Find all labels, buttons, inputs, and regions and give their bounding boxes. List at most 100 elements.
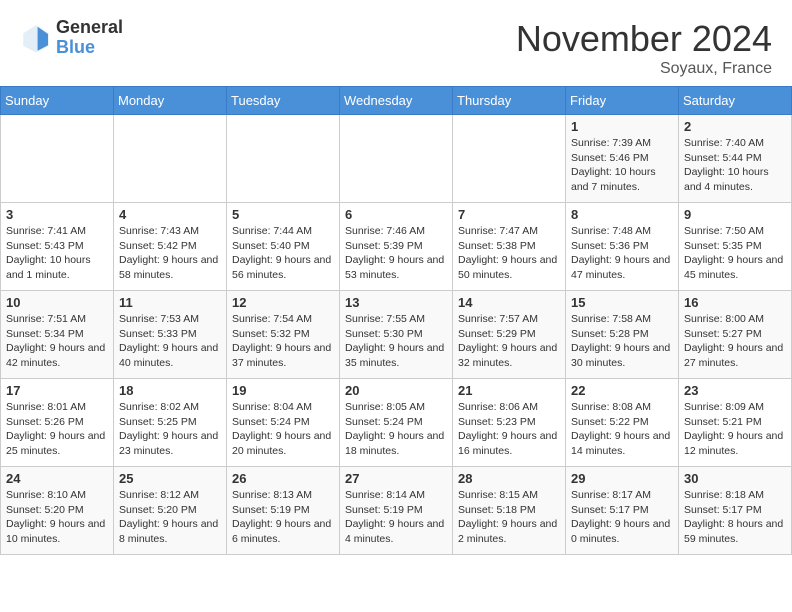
cell-info: Sunrise: 8:01 AM Sunset: 5:26 PM Dayligh…: [6, 400, 108, 459]
cell-day-number: 27: [345, 471, 447, 486]
cell-day-number: 6: [345, 207, 447, 222]
calendar-cell: 14 Sunrise: 7:57 AM Sunset: 5:29 PM Dayli…: [453, 291, 566, 379]
cell-day-number: 14: [458, 295, 560, 310]
cell-info: Sunrise: 8:15 AM Sunset: 5:18 PM Dayligh…: [458, 488, 560, 547]
calendar-cell: 26Sunrise: 8:13 AM Sunset: 5:19 PM Dayli…: [227, 467, 340, 555]
cell-day-number: 8: [571, 207, 673, 222]
calendar-cell: 13 Sunrise: 7:55 AM Sunset: 5:30 PM Dayli…: [340, 291, 453, 379]
logo: General Blue: [20, 18, 123, 58]
cell-day-number: 29: [571, 471, 673, 486]
cell-day-number: 2: [684, 119, 786, 134]
day-of-week-header: Tuesday: [227, 87, 340, 115]
calendar-cell: 22Sunrise: 8:08 AM Sunset: 5:22 PM Dayli…: [566, 379, 679, 467]
cell-info: Sunrise: 7:55 AM Sunset: 5:30 PM Dayligh…: [345, 312, 447, 371]
cell-info: Sunrise: 8:02 AM Sunset: 5:25 PM Dayligh…: [119, 400, 221, 459]
cell-info: Sunrise: 8:12 AM Sunset: 5:20 PM Dayligh…: [119, 488, 221, 547]
cell-info: Sunrise: 7:39 AM Sunset: 5:46 PM Dayligh…: [571, 136, 673, 195]
calendar-cell: 15Sunrise: 7:58 AM Sunset: 5:28 PM Dayli…: [566, 291, 679, 379]
cell-info: Sunrise: 8:17 AM Sunset: 5:17 PM Dayligh…: [571, 488, 673, 547]
logo-icon: [20, 22, 52, 54]
calendar-cell: 27 Sunrise: 8:14 AM Sunset: 5:19 PM Dayli…: [340, 467, 453, 555]
cell-day-number: 18: [119, 383, 221, 398]
cell-day-number: 12: [232, 295, 334, 310]
cell-info: Sunrise: 7:41 AM Sunset: 5:43 PM Dayligh…: [6, 224, 108, 283]
calendar-cell: 23Sunrise: 8:09 AM Sunset: 5:21 PM Dayli…: [679, 379, 792, 467]
logo-general-text: General: [56, 18, 123, 38]
calendar-header-row: SundayMondayTuesdayWednesdayThursdayFrid…: [1, 87, 792, 115]
calendar-cell: 2 Sunrise: 7:40 AM Sunset: 5:44 PM Daylig…: [679, 115, 792, 203]
calendar-cell: 7Sunrise: 7:47 AM Sunset: 5:38 PM Daylig…: [453, 203, 566, 291]
cell-day-number: 3: [6, 207, 108, 222]
cell-info: Sunrise: 7:46 AM Sunset: 5:39 PM Dayligh…: [345, 224, 447, 283]
cell-info: Sunrise: 7:48 AM Sunset: 5:36 PM Dayligh…: [571, 224, 673, 283]
title-block: November 2024 Soyaux, France: [516, 18, 772, 78]
cell-info: Sunrise: 7:51 AM Sunset: 5:34 PM Dayligh…: [6, 312, 108, 371]
day-of-week-header: Sunday: [1, 87, 114, 115]
calendar-cell: 17 Sunrise: 8:01 AM Sunset: 5:26 PM Dayli…: [1, 379, 114, 467]
cell-info: Sunrise: 8:18 AM Sunset: 5:17 PM Dayligh…: [684, 488, 786, 547]
cell-day-number: 26: [232, 471, 334, 486]
cell-info: Sunrise: 7:57 AM Sunset: 5:29 PM Dayligh…: [458, 312, 560, 371]
cell-info: Sunrise: 8:06 AM Sunset: 5:23 PM Dayligh…: [458, 400, 560, 459]
calendar-cell: 30 Sunrise: 8:18 AM Sunset: 5:17 PM Dayli…: [679, 467, 792, 555]
calendar-week-row: 24 Sunrise: 8:10 AM Sunset: 5:20 PM Dayli…: [1, 467, 792, 555]
cell-day-number: 24: [6, 471, 108, 486]
cell-day-number: 7: [458, 207, 560, 222]
cell-info: Sunrise: 7:54 AM Sunset: 5:32 PM Dayligh…: [232, 312, 334, 371]
calendar-cell: 18 Sunrise: 8:02 AM Sunset: 5:25 PM Dayli…: [114, 379, 227, 467]
cell-day-number: 1: [571, 119, 673, 134]
cell-day-number: 17: [6, 383, 108, 398]
cell-info: Sunrise: 7:58 AM Sunset: 5:28 PM Dayligh…: [571, 312, 673, 371]
calendar-cell: 1 Sunrise: 7:39 AM Sunset: 5:46 PM Daylig…: [566, 115, 679, 203]
cell-info: Sunrise: 7:50 AM Sunset: 5:35 PM Dayligh…: [684, 224, 786, 283]
calendar-cell: 24 Sunrise: 8:10 AM Sunset: 5:20 PM Dayli…: [1, 467, 114, 555]
calendar-cell: [340, 115, 453, 203]
calendar-cell: 11Sunrise: 7:53 AM Sunset: 5:33 PM Dayli…: [114, 291, 227, 379]
calendar-cell: 19Sunrise: 8:04 AM Sunset: 5:24 PM Dayli…: [227, 379, 340, 467]
cell-day-number: 21: [458, 383, 560, 398]
cell-day-number: 28: [458, 471, 560, 486]
cell-day-number: 13: [345, 295, 447, 310]
cell-day-number: 10: [6, 295, 108, 310]
cell-day-number: 4: [119, 207, 221, 222]
cell-info: Sunrise: 8:04 AM Sunset: 5:24 PM Dayligh…: [232, 400, 334, 459]
calendar-cell: [114, 115, 227, 203]
cell-day-number: 5: [232, 207, 334, 222]
cell-day-number: 30: [684, 471, 786, 486]
calendar-table: SundayMondayTuesdayWednesdayThursdayFrid…: [0, 86, 792, 555]
calendar-cell: 4Sunrise: 7:43 AM Sunset: 5:42 PM Daylig…: [114, 203, 227, 291]
calendar-cell: 9Sunrise: 7:50 AM Sunset: 5:35 PM Daylig…: [679, 203, 792, 291]
day-of-week-header: Saturday: [679, 87, 792, 115]
calendar-cell: [453, 115, 566, 203]
calendar-cell: [227, 115, 340, 203]
cell-info: Sunrise: 7:44 AM Sunset: 5:40 PM Dayligh…: [232, 224, 334, 283]
day-of-week-header: Monday: [114, 87, 227, 115]
cell-day-number: 25: [119, 471, 221, 486]
calendar-cell: 3 Sunrise: 7:41 AM Sunset: 5:43 PM Daylig…: [1, 203, 114, 291]
cell-info: Sunrise: 7:40 AM Sunset: 5:44 PM Dayligh…: [684, 136, 786, 195]
logo-text: General Blue: [56, 18, 123, 58]
cell-day-number: 11: [119, 295, 221, 310]
calendar-cell: 21 Sunrise: 8:06 AM Sunset: 5:23 PM Dayli…: [453, 379, 566, 467]
cell-day-number: 16: [684, 295, 786, 310]
cell-day-number: 23: [684, 383, 786, 398]
day-of-week-header: Thursday: [453, 87, 566, 115]
calendar-week-row: 10 Sunrise: 7:51 AM Sunset: 5:34 PM Dayli…: [1, 291, 792, 379]
logo-blue-text: Blue: [56, 38, 123, 58]
cell-info: Sunrise: 8:10 AM Sunset: 5:20 PM Dayligh…: [6, 488, 108, 547]
calendar-week-row: 1 Sunrise: 7:39 AM Sunset: 5:46 PM Daylig…: [1, 115, 792, 203]
cell-info: Sunrise: 8:14 AM Sunset: 5:19 PM Dayligh…: [345, 488, 447, 547]
calendar-cell: [1, 115, 114, 203]
calendar-week-row: 3 Sunrise: 7:41 AM Sunset: 5:43 PM Daylig…: [1, 203, 792, 291]
cell-day-number: 20: [345, 383, 447, 398]
calendar-cell: 25 Sunrise: 8:12 AM Sunset: 5:20 PM Dayli…: [114, 467, 227, 555]
calendar-cell: 28 Sunrise: 8:15 AM Sunset: 5:18 PM Dayli…: [453, 467, 566, 555]
calendar-week-row: 17 Sunrise: 8:01 AM Sunset: 5:26 PM Dayli…: [1, 379, 792, 467]
calendar-cell: 20 Sunrise: 8:05 AM Sunset: 5:24 PM Dayli…: [340, 379, 453, 467]
cell-info: Sunrise: 8:05 AM Sunset: 5:24 PM Dayligh…: [345, 400, 447, 459]
calendar-cell: 12 Sunrise: 7:54 AM Sunset: 5:32 PM Dayli…: [227, 291, 340, 379]
calendar-cell: 5 Sunrise: 7:44 AM Sunset: 5:40 PM Daylig…: [227, 203, 340, 291]
calendar-cell: 29 Sunrise: 8:17 AM Sunset: 5:17 PM Dayli…: [566, 467, 679, 555]
cell-info: Sunrise: 8:00 AM Sunset: 5:27 PM Dayligh…: [684, 312, 786, 371]
calendar-cell: 10 Sunrise: 7:51 AM Sunset: 5:34 PM Dayli…: [1, 291, 114, 379]
